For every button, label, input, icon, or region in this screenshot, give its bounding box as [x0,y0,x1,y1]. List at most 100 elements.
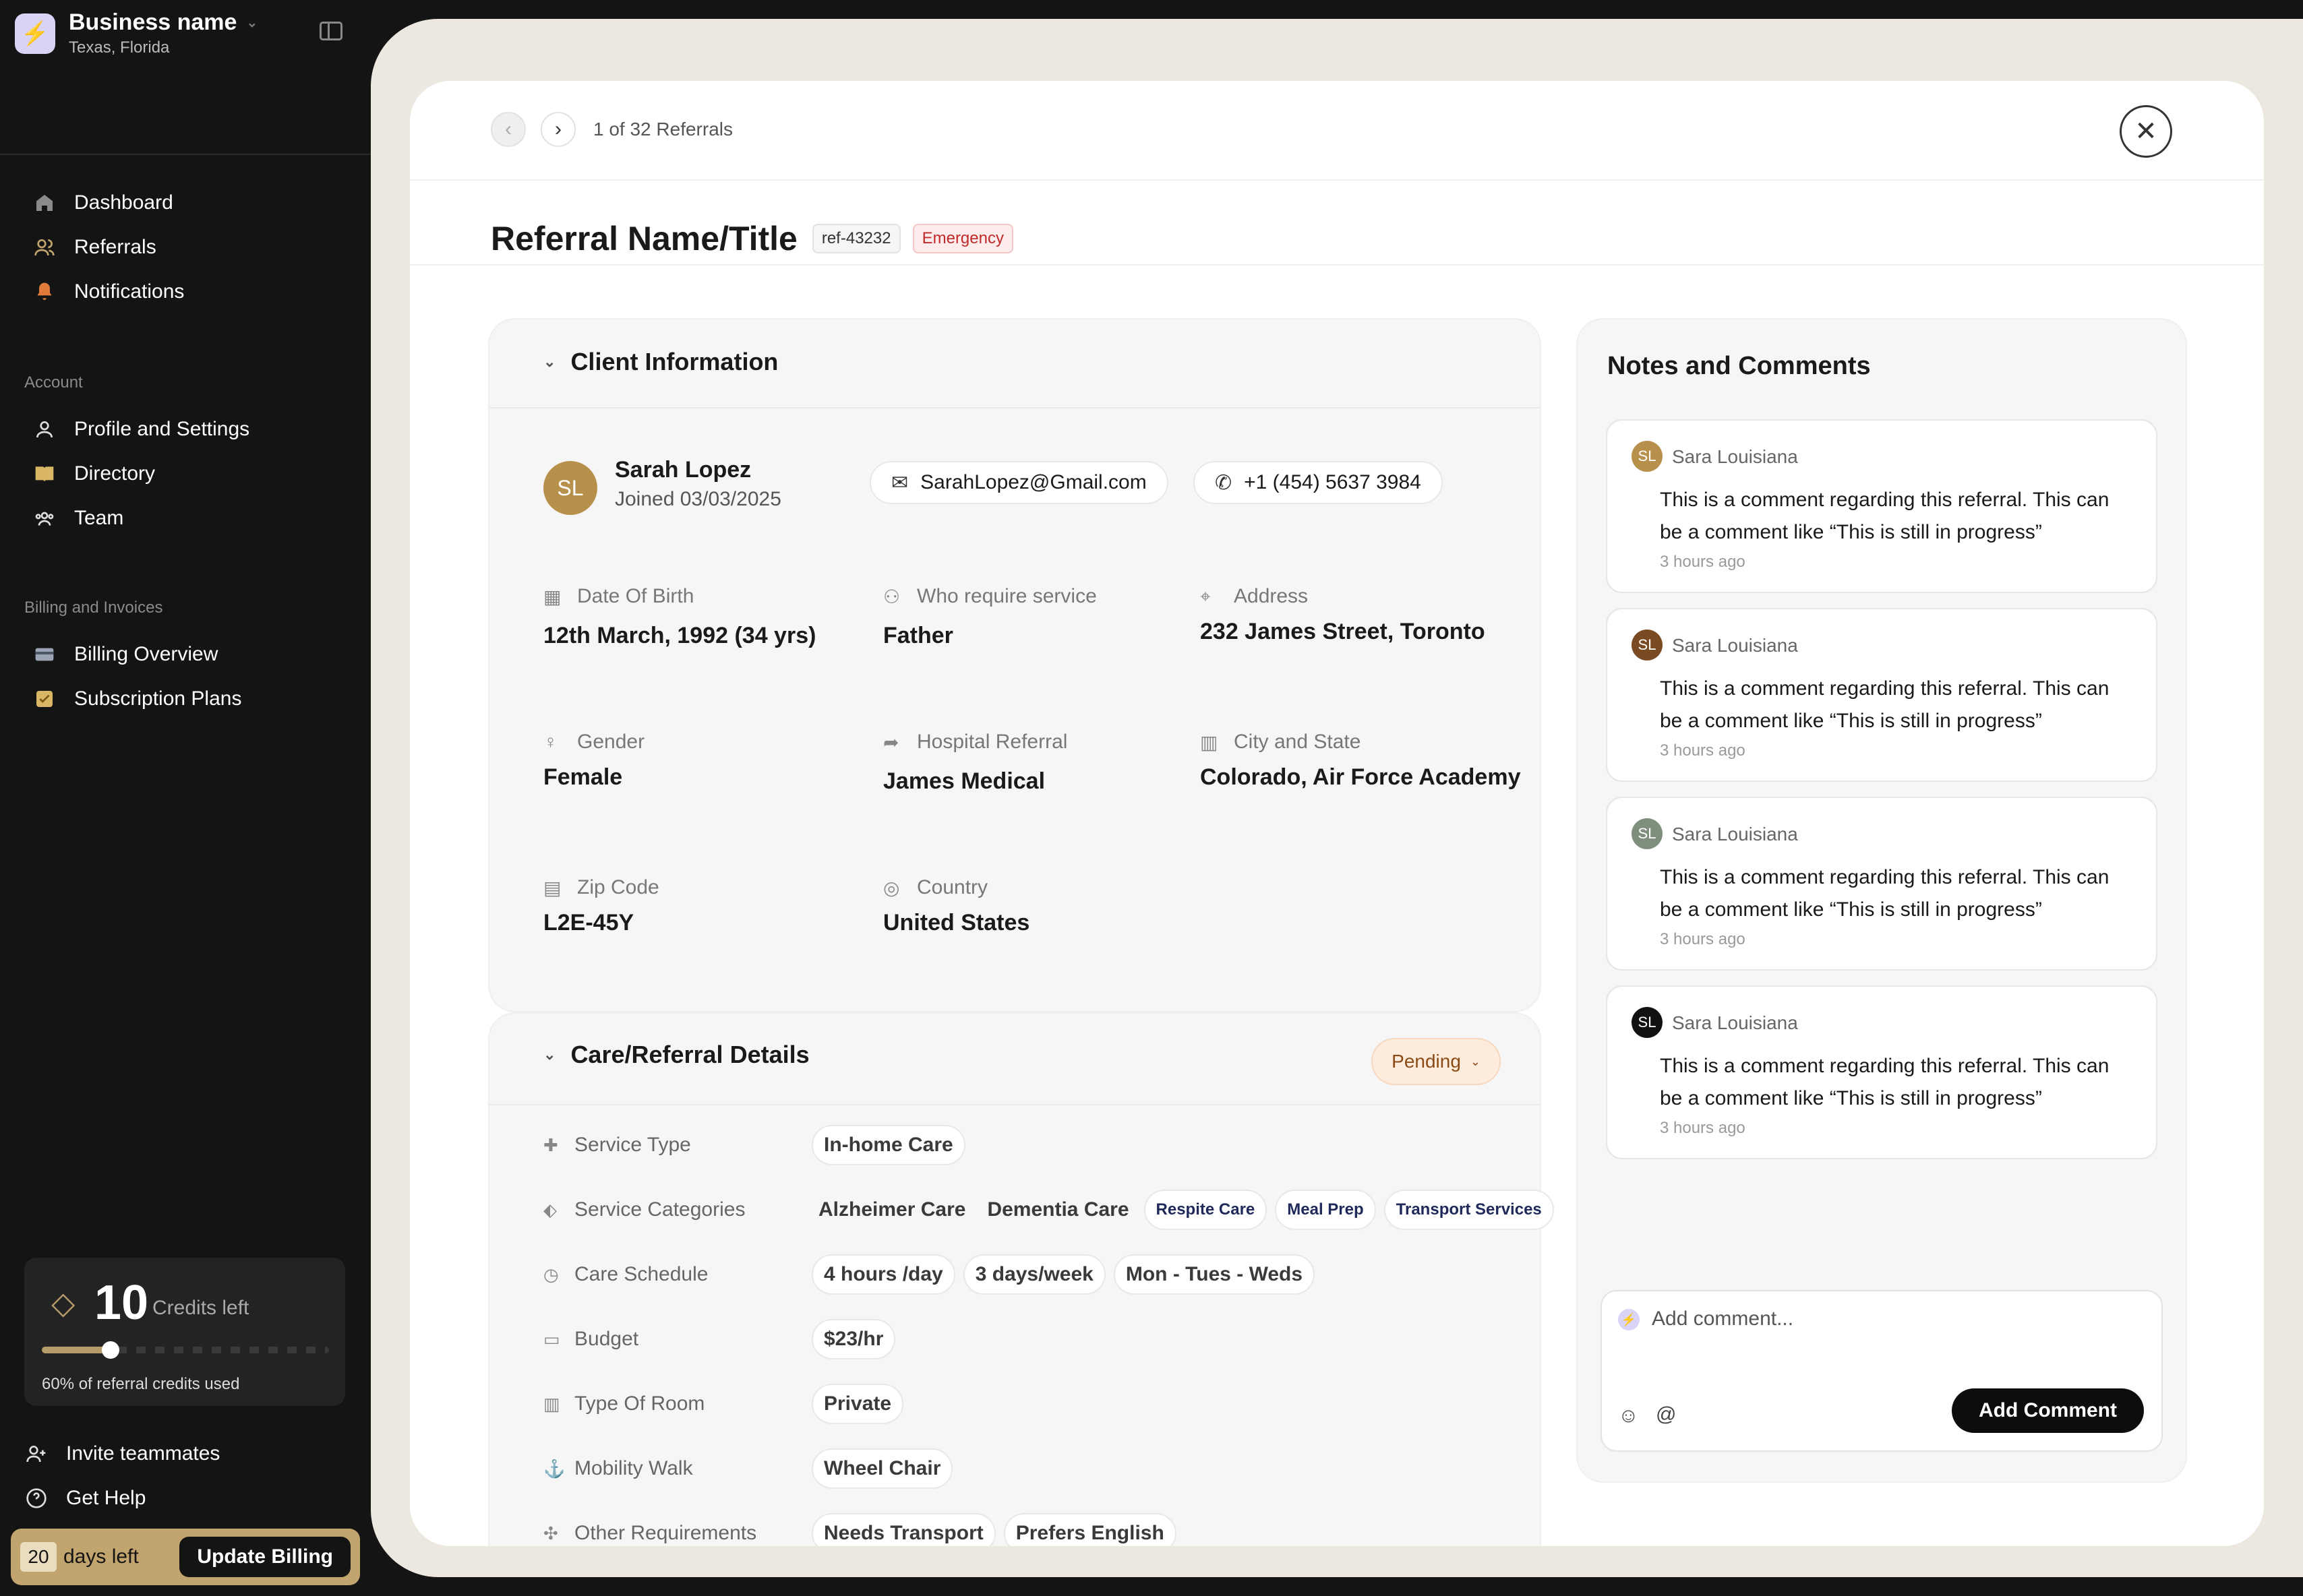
invite-teammates-link[interactable]: Invite teammates [0,1432,371,1476]
row-other-requirements: ✣ Other Requirements Needs Transport Pref… [543,1511,1185,1546]
chevron-left-icon: ‹ [505,118,512,140]
field-dob: ▦ Date Of Birth 12th March, 1992 (34 yrs) [543,585,816,649]
plan-icon [32,687,57,711]
credits-widget: ◇ 10 Credits left 60% of referral credit… [24,1258,345,1406]
row-service-categories: ⬖ Service Categories Alzheimer Care Demen… [543,1188,1554,1232]
row-service-type: ✚ Service Type In-home Care [543,1123,974,1167]
tag: Mon - Tues - Weds [1113,1254,1315,1295]
previous-referral-button[interactable]: ‹ [491,112,526,147]
referral-detail-panel: ‹ › 1 of 32 Referrals ✕ Referral Name/Ti… [410,81,2264,1546]
field-country: ◎ Country United States [883,876,1029,936]
sidebar-divider [0,154,371,155]
sidebar-item-label: Subscription Plans [74,687,242,710]
row-room-type: ▥ Type Of Room Private [543,1382,911,1426]
row-label: Mobility Walk [574,1457,693,1479]
credits-usage-text: 60% of referral credits used [42,1375,240,1393]
comment-text: This is a comment regarding this referra… [1660,866,2110,921]
field-value: United States [883,910,1030,935]
users-icon [32,235,57,259]
clock-icon: ◷ [543,1264,559,1285]
sidebar-item-subscription-plans[interactable]: Subscription Plans [0,677,371,721]
share-arrow-icon: ➦ [883,731,899,753]
close-icon: ✕ [2134,117,2157,146]
avatar: SL [1632,441,1663,472]
field-value: L2E-45Y [543,910,634,935]
add-user-icon [24,1442,49,1466]
business-logo-icon: ⚡ [15,13,55,54]
trial-banner: 20 days left Update Billing [11,1529,360,1585]
tag-icon: ⬖ [543,1199,557,1220]
client-section-header[interactable]: ⌄ Client Information [543,348,778,376]
row-budget: ▭ Budget $23/hr [543,1317,903,1361]
comment-author: Sara Louisiana [1672,635,1798,656]
business-name: Business name [69,9,237,35]
sidebar-item-directory[interactable]: Directory [0,452,371,496]
sidebar-item-label: Directory [74,462,156,485]
tag: Wheel Chair [812,1448,953,1489]
sidebar-item-label: Billing Overview [74,643,218,665]
user-avatar-icon: ⚡ [1618,1309,1640,1330]
tag: Respite Care [1143,1190,1267,1230]
next-referral-button[interactable]: › [541,112,576,147]
comment-text: This is a comment regarding this referra… [1660,489,2110,543]
priority-badge: Emergency [912,224,1013,253]
tag: Transport Services [1383,1190,1554,1230]
client-joined-date: Joined 03/03/2025 [615,488,781,510]
tag: $23/hr [812,1319,896,1359]
wallet-icon: ▭ [543,1328,560,1349]
anchor-icon: ⚓ [543,1458,566,1479]
building-icon: ▥ [1200,731,1218,753]
mention-icon[interactable]: @ [1656,1403,1676,1426]
status-dropdown[interactable]: Pending ⌄ [1371,1038,1501,1085]
trial-days-label: days left [63,1545,139,1568]
trial-days-count: 20 [20,1542,57,1572]
avatar: SL [1632,630,1663,661]
get-help-link[interactable]: Get Help [0,1476,371,1521]
chevron-down-icon: ⌄ [543,1046,556,1063]
sidebar-item-profile[interactable]: Profile and Settings [0,407,371,452]
team-icon [32,506,57,530]
emoji-icon[interactable]: ☺ [1618,1405,1639,1428]
email-pill[interactable]: ✉ SarahLopez@Gmail.com [870,461,1168,504]
chevron-right-icon: › [555,118,562,140]
update-billing-button[interactable]: Update Billing [179,1537,351,1577]
bell-icon [32,280,57,304]
credits-count: 10 [94,1276,149,1330]
row-mobility: ⚓ Mobility Walk Wheel Chair [543,1446,961,1491]
credits-label: Credits left [152,1297,249,1319]
plus-cross-icon: ✚ [543,1134,558,1155]
diamond-icon: ◇ [51,1285,76,1320]
title-divider [410,264,2264,266]
billing-section-title: Billing and Invoices [24,598,163,617]
client-section-title: Client Information [570,348,779,375]
phone-pill[interactable]: ✆ +1 (454) 5637 3984 [1193,461,1443,504]
sidebar-item-referrals[interactable]: Referrals [0,225,371,270]
account-section-title: Account [24,373,83,392]
sidebar-item-notifications[interactable]: Notifications [0,270,371,314]
client-name: Sarah Lopez [615,457,752,483]
comment-input[interactable] [1652,1303,2137,1334]
globe-icon: ◎ [883,877,900,898]
chevron-down-icon: ⌄ [1470,1054,1481,1068]
sidebar-toggle-icon[interactable] [320,22,342,40]
panel-topbar: ‹ › 1 of 32 Referrals ✕ [410,81,2264,181]
tag: Needs Transport [812,1513,996,1546]
sidebar-item-label: Referrals [74,236,156,258]
add-comment-button[interactable]: Add Comment [1952,1388,2144,1433]
business-switcher[interactable]: ⚡ Business name ⌄ Texas, Florida [15,9,258,57]
field-who-requires-service: ⚇ Who require service Father [883,585,1097,649]
client-information-card: ⌄ Client Information SL Sarah Lopez Join… [488,318,1541,1012]
field-value: 232 James Street, Toronto [1200,619,1485,644]
chevron-down-icon: ⌄ [246,16,258,30]
client-phone: +1 (454) 5637 3984 [1244,471,1421,493]
comment-card: SL Sara Louisiana This is a comment rega… [1606,419,2157,593]
row-label: Service Categories [574,1198,746,1221]
sidebar-item-team[interactable]: Team [0,496,371,541]
sidebar-item-billing-overview[interactable]: Billing Overview [0,632,371,677]
close-button[interactable]: ✕ [2120,105,2172,158]
notes-panel: Notes and Comments SL Sara Louisiana Thi… [1576,318,2187,1483]
sidebar-item-dashboard[interactable]: Dashboard [0,181,371,225]
comment-time: 3 hours ago [1660,930,1745,948]
care-section-header[interactable]: ⌄ Care/Referral Details [543,1041,810,1069]
comment-author: Sara Louisiana [1672,1012,1798,1033]
